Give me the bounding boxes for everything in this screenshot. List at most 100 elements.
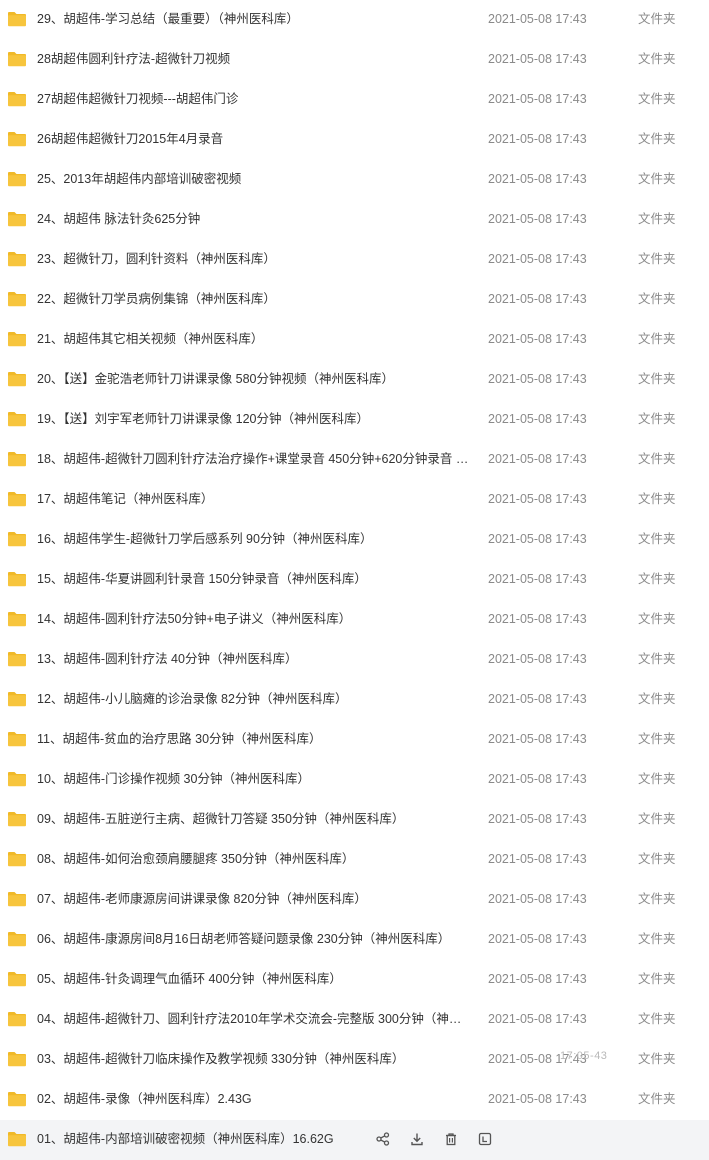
file-row[interactable]: 26胡超伟超微针刀2015年4月录音 2021-05-08 17:43 文件夹 <box>0 120 709 160</box>
file-row[interactable]: 19、【送】刘宇军老师针刀讲课录像 120分钟（神州医科库） 2021-05-08… <box>0 400 709 440</box>
folder-icon <box>7 1011 27 1027</box>
file-row[interactable]: 02、胡超伟-录像（神州医科库）2.43G 2021-05-08 17:43 文件夹 <box>0 1080 709 1120</box>
file-name[interactable]: 22、超微针刀学员病例集锦（神州医科库） <box>37 280 470 320</box>
file-name[interactable]: 05、胡超伟-针灸调理气血循环 400分钟（神州医科库） <box>37 960 470 1000</box>
file-name[interactable]: 20、【送】金驼浩老师针刀讲课录像 580分钟视频（神州医科库） <box>37 360 470 400</box>
folder-icon <box>7 611 27 627</box>
file-name[interactable]: 17、胡超伟笔记（神州医科库） <box>37 480 470 520</box>
file-list: 29、胡超伟-学习总结（最重要）（神州医科库） 2021-05-08 17:43 文… <box>0 0 709 1160</box>
file-row[interactable]: 22、超微针刀学员病例集锦（神州医科库） 2021-05-08 17:43 文件夹 <box>0 280 709 320</box>
file-name[interactable]: 14、胡超伟-圆利针疗法50分钟+电子讲义（神州医科库） <box>37 600 470 640</box>
folder-icon <box>7 411 27 427</box>
file-name[interactable]: 06、胡超伟-康源房间8月16日胡老师答疑问题录像 230分钟（神州医科库） <box>37 920 470 960</box>
file-row[interactable]: 12、胡超伟-小儿脑瘫的诊治录像 82分钟（神州医科库） 2021-05-08 1… <box>0 680 709 720</box>
folder-icon <box>7 451 27 467</box>
file-row[interactable]: 01、胡超伟-内部培训破密视频（神州医科库）16.62G <box>0 1120 709 1160</box>
file-type: 文件夹 <box>638 612 676 626</box>
download-icon <box>410 1132 424 1146</box>
file-row[interactable]: 20、【送】金驼浩老师针刀讲课录像 580分钟视频（神州医科库） 2021-05-… <box>0 360 709 400</box>
file-name[interactable]: 03、胡超伟-超微针刀临床操作及教学视频 330分钟（神州医科库） <box>37 1040 470 1080</box>
file-row[interactable]: 08、胡超伟-如何治愈颈肩腰腿疼 350分钟（神州医科库） 2021-05-08 … <box>0 840 709 880</box>
file-row[interactable]: 05、胡超伟-针灸调理气血循环 400分钟（神州医科库） 2021-05-08 1… <box>0 960 709 1000</box>
delete-button[interactable] <box>434 1127 468 1151</box>
modified-date: 2021-05-08 17:43 <box>488 132 587 146</box>
modified-date: 2021-05-08 17:43 <box>488 812 587 826</box>
file-row[interactable]: 17、胡超伟笔记（神州医科库） 2021-05-08 17:43 文件夹 <box>0 480 709 520</box>
file-row[interactable]: 27胡超伟超微针刀视频---胡超伟门诊 2021-05-08 17:43 文件夹 <box>0 80 709 120</box>
file-type: 文件夹 <box>638 212 676 226</box>
file-row[interactable]: 18、胡超伟-超微针刀圆利针疗法治疗操作+课堂录音 450分钟+620分钟录音 … <box>0 440 709 480</box>
folder-icon <box>7 371 27 387</box>
watermark-text: 17:05-43 <box>560 1050 608 1062</box>
more-button[interactable] <box>468 1127 502 1151</box>
download-button[interactable] <box>400 1127 434 1151</box>
folder-icon <box>7 531 27 547</box>
file-row[interactable]: 23、超微针刀，圆利针资料（神州医科库） 2021-05-08 17:43 文件夹 <box>0 240 709 280</box>
file-name[interactable]: 29、胡超伟-学习总结（最重要）（神州医科库） <box>37 0 470 40</box>
folder-icon <box>7 651 27 667</box>
file-row[interactable]: 13、胡超伟-圆利针疗法 40分钟（神州医科库） 2021-05-08 17:43… <box>0 640 709 680</box>
folder-icon <box>7 571 27 587</box>
file-name[interactable]: 23、超微针刀，圆利针资料（神州医科库） <box>37 240 470 280</box>
file-name[interactable]: 04、胡超伟-超微针刀、圆利针疗法2010年学术交流会-完整版 300分钟（神州… <box>37 1000 470 1040</box>
modified-date: 2021-05-08 17:43 <box>488 372 587 386</box>
file-row[interactable]: 16、胡超伟学生-超微针刀学后感系列 90分钟（神州医科库） 2021-05-08… <box>0 520 709 560</box>
file-name[interactable]: 21、胡超伟其它相关视频（神州医科库） <box>37 320 470 360</box>
file-row[interactable]: 07、胡超伟-老师康源房间讲课录像 820分钟（神州医科库） 2021-05-08… <box>0 880 709 920</box>
modified-date: 2021-05-08 17:43 <box>488 572 587 586</box>
file-name[interactable]: 13、胡超伟-圆利针疗法 40分钟（神州医科库） <box>37 640 470 680</box>
file-row[interactable]: 04、胡超伟-超微针刀、圆利针疗法2010年学术交流会-完整版 300分钟（神州… <box>0 1000 709 1040</box>
more-icon <box>478 1132 492 1146</box>
modified-date: 2021-05-08 17:43 <box>488 332 587 346</box>
file-name[interactable]: 10、胡超伟-门诊操作视频 30分钟（神州医科库） <box>37 760 470 800</box>
file-type: 文件夹 <box>638 92 676 106</box>
file-name[interactable]: 16、胡超伟学生-超微针刀学后感系列 90分钟（神州医科库） <box>37 520 470 560</box>
folder-icon <box>7 731 27 747</box>
file-row[interactable]: 11、胡超伟-贫血的治疗思路 30分钟（神州医科库） 2021-05-08 17:… <box>0 720 709 760</box>
file-row[interactable]: 15、胡超伟-华夏讲圆利针录音 150分钟录音（神州医科库） 2021-05-08… <box>0 560 709 600</box>
file-name[interactable]: 12、胡超伟-小儿脑瘫的诊治录像 82分钟（神州医科库） <box>37 680 470 720</box>
modified-date: 2021-05-08 17:43 <box>488 12 587 26</box>
file-name[interactable]: 11、胡超伟-贫血的治疗思路 30分钟（神州医科库） <box>37 720 470 760</box>
file-type: 文件夹 <box>638 812 676 826</box>
modified-date: 2021-05-08 17:43 <box>488 932 587 946</box>
modified-date: 2021-05-08 17:43 <box>488 692 587 706</box>
file-name[interactable]: 26胡超伟超微针刀2015年4月录音 <box>37 120 470 160</box>
file-name[interactable]: 19、【送】刘宇军老师针刀讲课录像 120分钟（神州医科库） <box>37 400 470 440</box>
file-name[interactable]: 07、胡超伟-老师康源房间讲课录像 820分钟（神州医科库） <box>37 880 470 920</box>
file-row[interactable]: 09、胡超伟-五脏逆行主病、超微针刀答疑 350分钟（神州医科库） 2021-05… <box>0 800 709 840</box>
file-row[interactable]: 29、胡超伟-学习总结（最重要）（神州医科库） 2021-05-08 17:43 文… <box>0 0 709 40</box>
file-row[interactable]: 10、胡超伟-门诊操作视频 30分钟（神州医科库） 2021-05-08 17:4… <box>0 760 709 800</box>
file-name[interactable]: 27胡超伟超微针刀视频---胡超伟门诊 <box>37 80 470 120</box>
file-name[interactable]: 02、胡超伟-录像（神州医科库）2.43G <box>37 1080 470 1120</box>
file-type: 文件夹 <box>638 292 676 306</box>
file-name[interactable]: 25、2013年胡超伟内部培训破密视频 <box>37 160 470 200</box>
modified-date: 2021-05-08 17:43 <box>488 1012 587 1026</box>
file-name[interactable]: 28胡超伟圆利针疗法-超微针刀视频 <box>37 40 470 80</box>
file-row[interactable]: 14、胡超伟-圆利针疗法50分钟+电子讲义（神州医科库） 2021-05-08 1… <box>0 600 709 640</box>
file-name[interactable]: 08、胡超伟-如何治愈颈肩腰腿疼 350分钟（神州医科库） <box>37 840 470 880</box>
folder-icon <box>7 11 27 27</box>
file-name[interactable]: 09、胡超伟-五脏逆行主病、超微针刀答疑 350分钟（神州医科库） <box>37 800 470 840</box>
folder-icon <box>7 691 27 707</box>
file-row[interactable]: 25、2013年胡超伟内部培训破密视频 2021-05-08 17:43 文件夹 <box>0 160 709 200</box>
file-type: 文件夹 <box>638 932 676 946</box>
file-name[interactable]: 24、胡超伟 脉法针灸625分钟 <box>37 200 470 240</box>
file-row[interactable]: 28胡超伟圆利针疗法-超微针刀视频 2021-05-08 17:43 文件夹 <box>0 40 709 80</box>
file-name[interactable]: 15、胡超伟-华夏讲圆利针录音 150分钟录音（神州医科库） <box>37 560 470 600</box>
delete-icon <box>444 1132 458 1146</box>
file-type: 文件夹 <box>638 412 676 426</box>
file-type: 文件夹 <box>638 732 676 746</box>
modified-date: 2021-05-08 17:43 <box>488 732 587 746</box>
folder-icon <box>7 851 27 867</box>
file-row[interactable]: 24、胡超伟 脉法针灸625分钟 2021-05-08 17:43 文件夹 <box>0 200 709 240</box>
file-row[interactable]: 21、胡超伟其它相关视频（神州医科库） 2021-05-08 17:43 文件夹 <box>0 320 709 360</box>
file-row[interactable]: 06、胡超伟-康源房间8月16日胡老师答疑问题录像 230分钟（神州医科库） 20… <box>0 920 709 960</box>
modified-date: 2021-05-08 17:43 <box>488 92 587 106</box>
folder-icon <box>7 971 27 987</box>
file-name[interactable]: 18、胡超伟-超微针刀圆利针疗法治疗操作+课堂录音 450分钟+620分钟录音 … <box>37 440 470 480</box>
modified-date: 2021-05-08 17:43 <box>488 612 587 626</box>
share-button[interactable] <box>366 1127 400 1151</box>
folder-icon <box>7 131 27 147</box>
file-type: 文件夹 <box>638 492 676 506</box>
